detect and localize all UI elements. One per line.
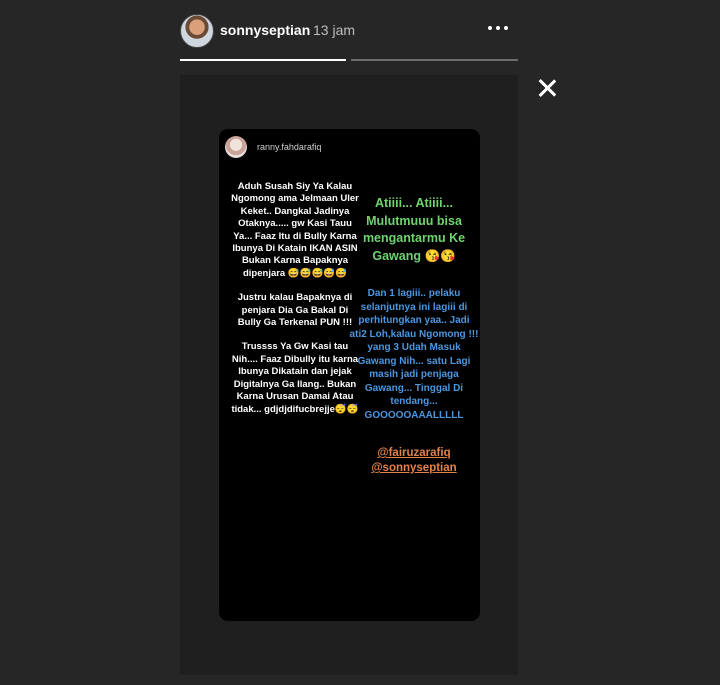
story-header: sonnyseptian 13 jam <box>180 12 520 48</box>
blue-text: Dan 1 lagiii.. pelaku selanjutnya ini la… <box>349 288 479 421</box>
story-content[interactable]: ranny.fahdarafiq Aduh Susah Siy Ya Kalau… <box>180 75 518 675</box>
card-username[interactable]: ranny.fahdarafiq <box>257 142 321 152</box>
left-paragraph-2: Justru kalau Bapaknya di penjara Dia Ga … <box>237 292 353 329</box>
mention-sonnyseptian[interactable]: @sonnyseptian <box>349 461 479 476</box>
progress-segment-2 <box>351 59 518 61</box>
close-icon[interactable] <box>536 77 558 99</box>
green-text: Atiiii... Atiiii... Mulutmuuu bisa menga… <box>362 196 466 263</box>
story-time: 13 jam <box>313 22 356 38</box>
story-progress-bar <box>180 59 518 62</box>
reposted-story-card: ranny.fahdarafiq Aduh Susah Siy Ya Kalau… <box>219 129 480 621</box>
progress-segment-1 <box>180 59 346 61</box>
story-username[interactable]: sonnyseptian <box>220 22 310 38</box>
progress-fill-1 <box>180 59 346 61</box>
mention-fairuzarafiq[interactable]: @fairuzarafiq <box>349 446 479 461</box>
right-text-block: Atiiii... Atiiii... Mulutmuuu bisa menga… <box>349 195 479 476</box>
card-avatar[interactable] <box>225 136 247 158</box>
more-options-icon[interactable] <box>486 18 510 38</box>
avatar[interactable] <box>180 14 214 48</box>
left-paragraph-1: Aduh Susah Siy Ya Kalau Ngomong ama Jelm… <box>231 181 359 279</box>
left-paragraph-3: Trussss Ya Gw Kasi tau Nih.... Faaz Dibu… <box>231 341 359 415</box>
mentions: @fairuzarafiq @sonnyseptian <box>349 446 479 476</box>
left-text-block: Aduh Susah Siy Ya Kalau Ngomong ama Jelm… <box>231 181 359 428</box>
